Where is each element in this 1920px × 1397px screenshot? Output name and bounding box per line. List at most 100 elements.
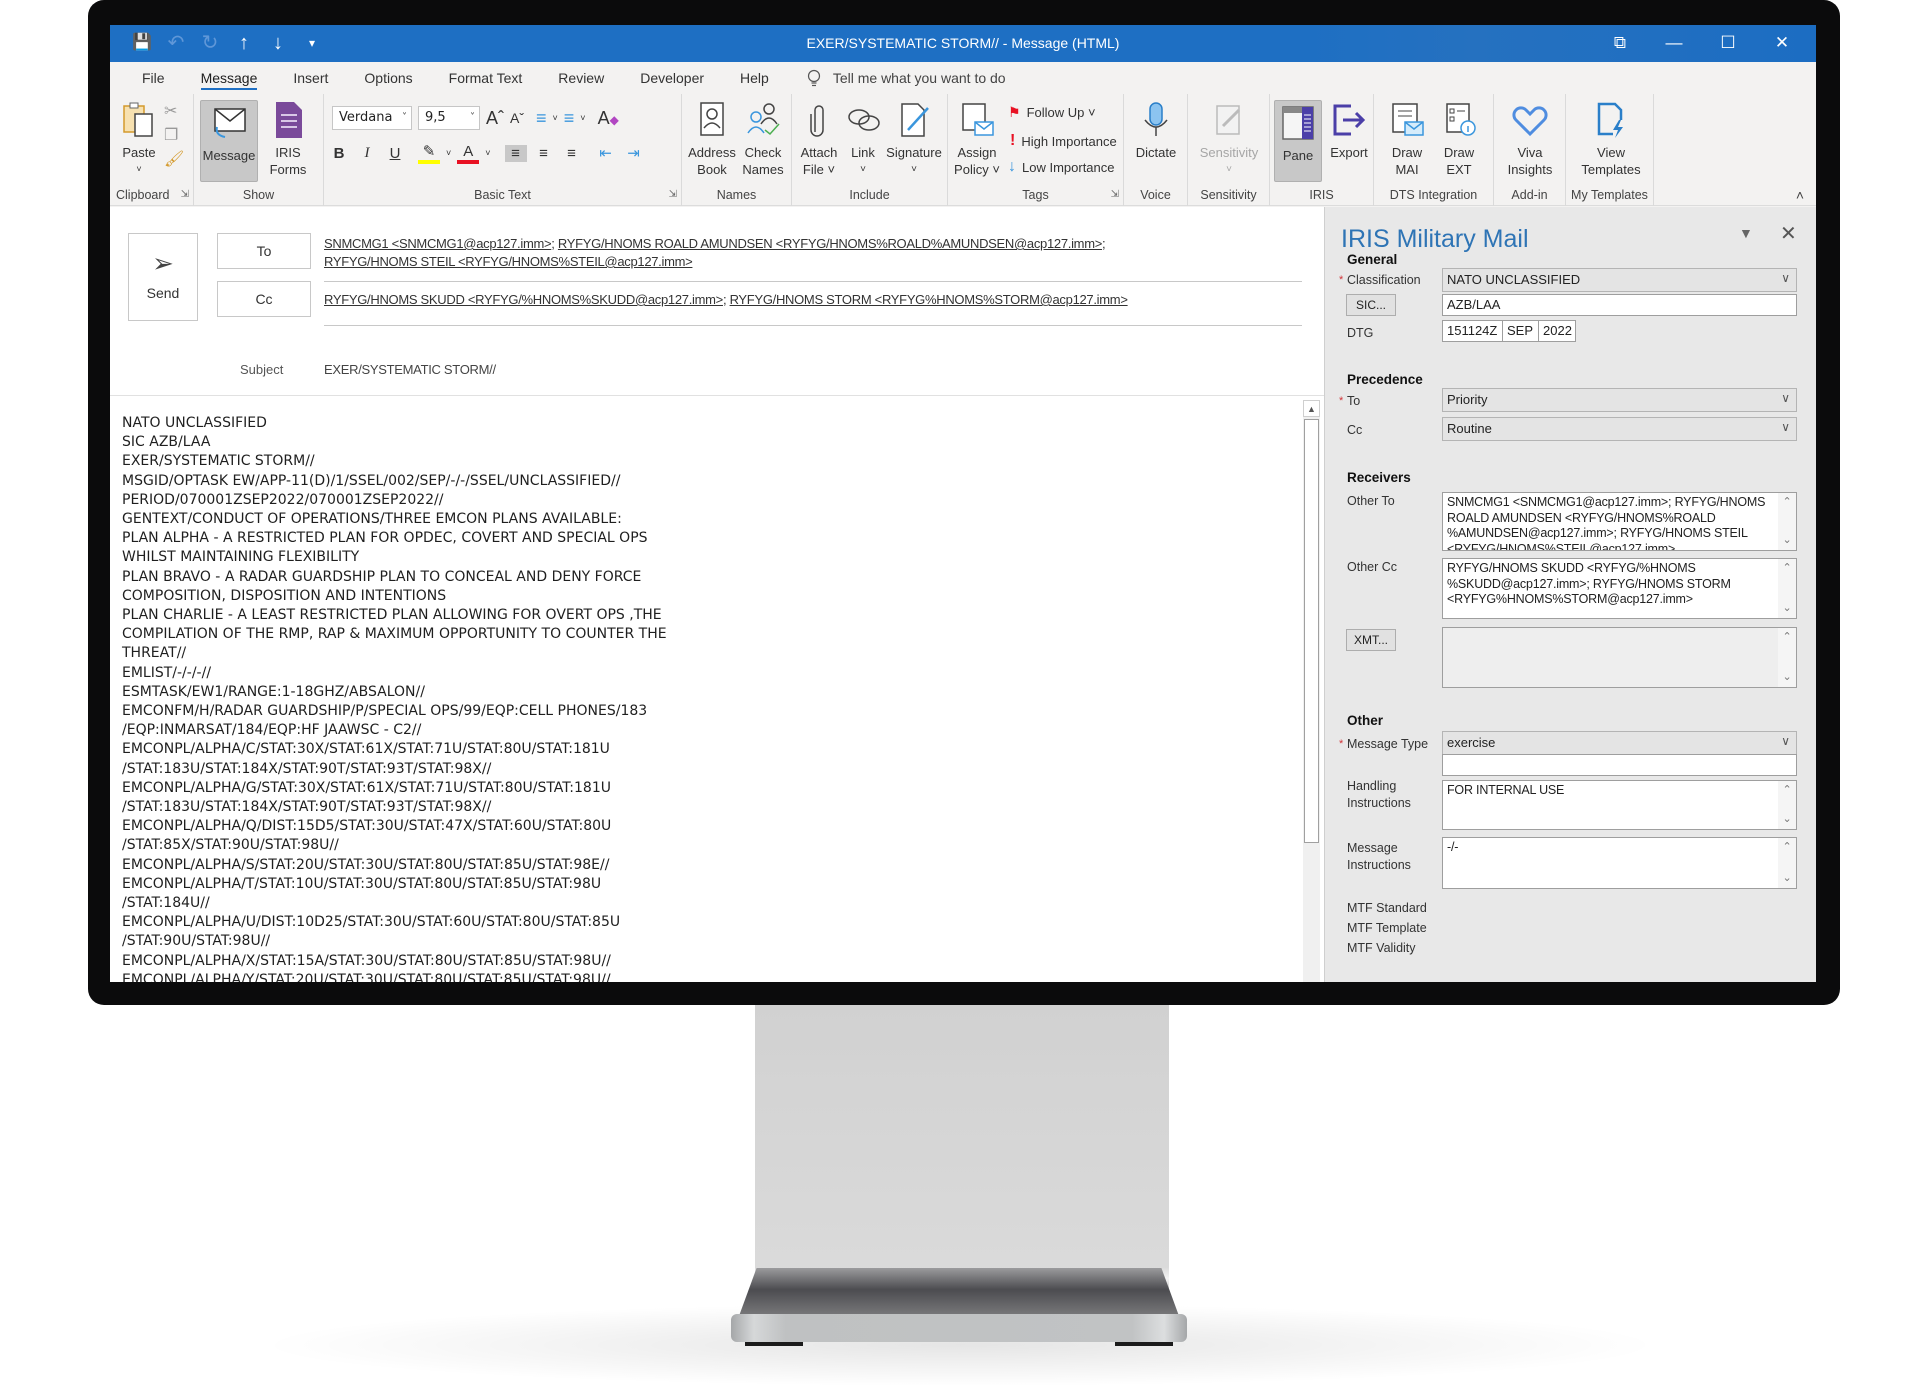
- sic-button[interactable]: SIC...: [1346, 294, 1396, 316]
- format-painter-icon[interactable]: 🖌: [164, 148, 184, 172]
- assign-policy-button[interactable]: Assign Policy ˅: [952, 100, 1002, 178]
- clipboard-launcher-icon[interactable]: ⇲: [181, 189, 189, 200]
- basic-text-launcher-icon[interactable]: ⇲: [669, 189, 677, 200]
- cut-icon[interactable]: ✂: [164, 100, 184, 124]
- maximize-icon[interactable]: ☐: [1714, 29, 1742, 57]
- numbering-dropdown-icon[interactable]: ˅: [580, 113, 585, 123]
- message-instructions-textarea[interactable]: -/- ⌃ ⌄: [1442, 837, 1797, 889]
- check-names-button[interactable]: Check Names: [738, 100, 788, 178]
- font-size-select[interactable]: 9,5 ˅: [418, 106, 480, 130]
- font-name-select[interactable]: Verdana ˅: [332, 106, 412, 130]
- scroll-down-icon[interactable]: ⌄: [1778, 670, 1796, 686]
- message-button[interactable]: Message: [200, 100, 258, 182]
- scroll-down-icon[interactable]: ⌄: [1778, 812, 1796, 828]
- cc-recipient[interactable]: RYFYG/HNOMS SKUDD <RYFYG/%HNOMS%SKUDD@ac…: [324, 292, 723, 307]
- other-cc-textarea[interactable]: RYFYG/HNOMS SKUDD <RYFYG/%HNOMS %SKUDD@a…: [1442, 558, 1797, 619]
- address-book-button[interactable]: Address Book: [686, 100, 738, 178]
- low-importance-button[interactable]: ↓ Low Importance: [1008, 158, 1115, 176]
- minimize-icon[interactable]: —: [1660, 29, 1688, 57]
- sic-input[interactable]: AZB/LAA: [1442, 294, 1797, 316]
- tab-review[interactable]: Review: [546, 62, 620, 94]
- scroll-up-icon[interactable]: ⌃: [1778, 630, 1796, 646]
- ribbon-display-options-icon[interactable]: ⧉: [1606, 29, 1634, 57]
- cc-recipient[interactable]: RYFYG/HNOMS STORM <RYFYG%HNOMS%STORM@acp…: [730, 292, 1128, 307]
- xmt-button[interactable]: XMT...: [1346, 629, 1396, 651]
- classification-select[interactable]: NATO UNCLASSIFIED ∨: [1442, 268, 1797, 292]
- sensitivity-button[interactable]: Sensitivity ˅: [1194, 100, 1264, 178]
- signature-button[interactable]: Signature ˅: [884, 100, 944, 178]
- viva-insights-button[interactable]: Viva Insights: [1500, 100, 1560, 178]
- dtg-time-input[interactable]: 151124Z: [1442, 320, 1503, 342]
- scroll-up-icon[interactable]: ⌃: [1778, 495, 1796, 511]
- handling-scrollbar[interactable]: ⌃ ⌄: [1778, 781, 1796, 829]
- message-instructions-scrollbar[interactable]: ⌃ ⌄: [1778, 838, 1796, 888]
- underline-button[interactable]: U: [384, 145, 406, 162]
- tab-message[interactable]: Message: [189, 62, 274, 94]
- align-center-icon[interactable]: ≡: [533, 145, 555, 162]
- tell-me-search[interactable]: Tell me what you want to do: [807, 69, 1006, 87]
- highlight-dropdown-icon[interactable]: ˅: [446, 148, 451, 158]
- link-button[interactable]: Link ˅: [844, 100, 882, 178]
- precedence-cc-select[interactable]: Routine ∨: [1442, 417, 1797, 441]
- clear-formatting-icon[interactable]: A◆: [598, 108, 619, 129]
- scroll-up-icon[interactable]: ⌃: [1778, 561, 1796, 577]
- pane-close-icon[interactable]: ✕: [1780, 221, 1797, 246]
- dtg-month-input[interactable]: SEP: [1502, 320, 1539, 342]
- attach-file-button[interactable]: Attach File ˅: [796, 100, 842, 178]
- highlight-icon[interactable]: ✎: [418, 142, 440, 164]
- other-cc-scrollbar[interactable]: ⌃ ⌄: [1778, 559, 1796, 618]
- export-button[interactable]: Export: [1326, 100, 1372, 161]
- follow-up-button[interactable]: ⚑ Follow Up ˅: [1008, 104, 1096, 121]
- xmt-scrollbar[interactable]: ⌃ ⌄: [1778, 628, 1796, 687]
- scroll-thumb[interactable]: [1304, 419, 1319, 843]
- align-left-icon[interactable]: ≡: [504, 144, 527, 162]
- message-type-extra-input[interactable]: [1442, 754, 1797, 776]
- bullets-dropdown-icon[interactable]: ˅: [553, 113, 558, 123]
- scroll-down-icon[interactable]: ⌄: [1778, 601, 1796, 617]
- pane-button[interactable]: Pane: [1274, 100, 1322, 182]
- scroll-down-icon[interactable]: ⌄: [1778, 533, 1796, 549]
- subject-input[interactable]: EXER/SYSTEMATIC STORM//: [324, 362, 496, 377]
- message-body[interactable]: NATO UNCLASSIFIED SIC AZB/LAA EXER/SYSTEMA…: [122, 414, 1302, 982]
- iris-forms-button[interactable]: IRIS Forms: [262, 100, 314, 178]
- font-color-icon[interactable]: A: [457, 143, 480, 164]
- font-color-dropdown-icon[interactable]: ˅: [485, 148, 490, 158]
- cc-field[interactable]: RYFYG/HNOMS SKUDD <RYFYG/%HNOMS%SKUDD@ac…: [324, 291, 1284, 309]
- tags-launcher-icon[interactable]: ⇲: [1111, 189, 1119, 200]
- draw-ext-button[interactable]: Draw EXT: [1434, 100, 1484, 178]
- bullets-icon[interactable]: ≡: [536, 108, 547, 129]
- copy-icon[interactable]: ❐: [164, 124, 184, 148]
- to-recipient[interactable]: RYFYG/HNOMS STEIL <RYFYG/HNOMS%STEIL@acp…: [324, 254, 693, 269]
- italic-button[interactable]: I: [356, 145, 378, 162]
- tab-developer[interactable]: Developer: [628, 62, 720, 94]
- send-button[interactable]: ➢ Send: [128, 233, 198, 321]
- precedence-to-select[interactable]: Priority ∨: [1442, 388, 1797, 412]
- paste-button[interactable]: Paste ˅: [118, 100, 160, 178]
- scroll-up-icon[interactable]: ▲: [1303, 400, 1320, 417]
- numbering-icon[interactable]: ≡: [564, 108, 575, 129]
- tab-format-text[interactable]: Format Text: [437, 62, 539, 94]
- tab-options[interactable]: Options: [352, 62, 428, 94]
- decrease-indent-icon[interactable]: ⇤: [595, 144, 617, 162]
- tab-help[interactable]: Help: [728, 62, 785, 94]
- to-recipient[interactable]: SNMCMG1 <SNMCMG1@acp127.imm>: [324, 236, 552, 251]
- draw-mai-button[interactable]: Draw MAI: [1382, 100, 1432, 178]
- close-icon[interactable]: ✕: [1768, 29, 1796, 57]
- increase-indent-icon[interactable]: ⇥: [623, 144, 645, 162]
- high-importance-button[interactable]: ! High Importance: [1010, 132, 1117, 150]
- cc-button[interactable]: Cc: [217, 281, 311, 317]
- xmt-textarea[interactable]: ⌃ ⌄: [1442, 627, 1797, 688]
- collapse-ribbon-icon[interactable]: ˄: [1796, 187, 1804, 203]
- view-templates-button[interactable]: View Templates: [1572, 100, 1650, 178]
- body-scrollbar[interactable]: ▲ ▼: [1303, 400, 1320, 982]
- align-right-icon[interactable]: ≡: [561, 145, 583, 162]
- grow-font-icon[interactable]: Aˆ: [486, 108, 504, 129]
- dtg-year-input[interactable]: 2022: [1538, 320, 1576, 342]
- scroll-down-icon[interactable]: ⌄: [1778, 871, 1796, 887]
- tab-file[interactable]: File: [130, 62, 181, 94]
- tab-insert[interactable]: Insert: [281, 62, 344, 94]
- pane-options-icon[interactable]: ▼: [1739, 225, 1753, 241]
- message-type-select[interactable]: exercise ∨: [1442, 731, 1797, 755]
- to-field[interactable]: SNMCMG1 <SNMCMG1@acp127.imm>; RYFYG/HNOM…: [324, 235, 1184, 271]
- bold-button[interactable]: B: [328, 145, 350, 162]
